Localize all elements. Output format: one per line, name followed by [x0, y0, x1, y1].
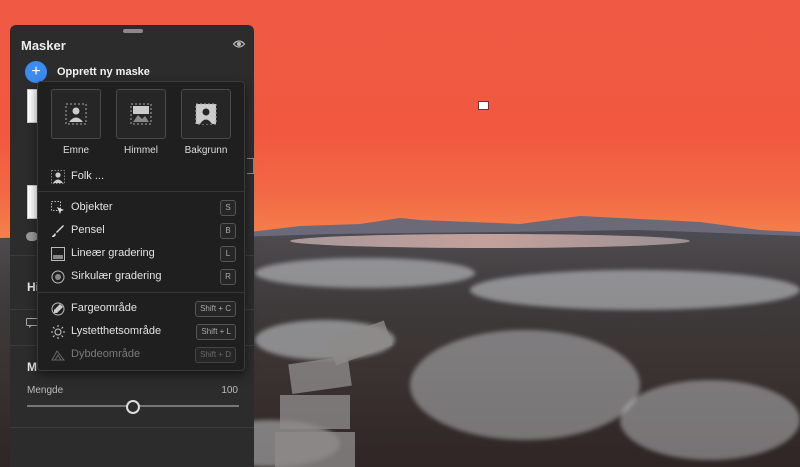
menu-item-label: Folk ... [71, 170, 105, 182]
tile-subject[interactable]: Emne [51, 89, 101, 156]
panel-divider [10, 427, 254, 428]
shortcut-key: Shift + L [196, 324, 236, 340]
menu-item-label: Objekter [71, 201, 113, 213]
frost-patch [410, 330, 640, 440]
shortcut-key: B [220, 223, 236, 239]
create-mask-menu: Emne Himmel Bakgrunn Folk ... Objekter S… [37, 81, 245, 371]
ai-mask-tiles: Emne Himmel Bakgrunn [51, 89, 231, 156]
background-icon[interactable] [181, 89, 231, 139]
stone-path [280, 395, 350, 429]
amount-slider-knob[interactable] [126, 400, 140, 414]
menu-item-color-range[interactable]: Fargeområde Shift + C [38, 298, 244, 320]
tile-label: Bakgrunn [184, 145, 228, 156]
eye-icon[interactable] [233, 39, 245, 49]
menu-item-radial-gradient[interactable]: Sirkulær gradering R [38, 266, 244, 288]
menu-item-luminance-range[interactable]: Lystetthetsområde Shift + L [38, 321, 244, 343]
lake [290, 234, 690, 248]
add-mask-button[interactable]: + [25, 61, 47, 83]
frost-patch [620, 380, 800, 460]
menu-item-label: Pensel [71, 224, 105, 236]
amount-label: Mengde [27, 385, 64, 396]
person-icon [51, 170, 65, 184]
menu-divider [38, 191, 244, 192]
panel-title: Masker [21, 38, 66, 53]
tile-label: Himmel [124, 145, 158, 156]
luminance-range-icon [51, 325, 65, 339]
brush-icon [51, 225, 64, 237]
menu-item-label: Lineær gradering [71, 247, 155, 259]
shortcut-key: R [220, 269, 236, 285]
stone-path [275, 432, 355, 467]
panel-grip-handle[interactable] [123, 29, 143, 33]
amount-value[interactable]: 100 [221, 385, 238, 396]
menu-item-depth-range[interactable]: Dybdeområde Shift + D [38, 344, 244, 366]
section-heading-m[interactable]: M [27, 360, 37, 374]
shortcut-key: L [220, 246, 236, 262]
create-new-mask-row[interactable]: + Opprett ny maske [25, 61, 150, 83]
linear-gradient-icon [51, 247, 65, 261]
menu-item-linear-gradient[interactable]: Lineær gradering L [38, 243, 244, 265]
menu-item-label: Sirkulær gradering [71, 270, 162, 282]
subject-icon[interactable] [51, 89, 101, 139]
shortcut-key: Shift + C [195, 301, 236, 317]
menu-item-objects[interactable]: Objekter S [38, 197, 244, 219]
sky-icon[interactable] [116, 89, 166, 139]
mask-pin-icon[interactable] [478, 101, 489, 110]
panel-edge-control[interactable] [247, 158, 254, 174]
menu-item-people[interactable]: Folk ... [38, 166, 244, 188]
object-select-icon [51, 201, 64, 214]
menu-item-label: Dybdeområde [71, 348, 141, 360]
menu-item-label: Fargeområde [71, 302, 138, 314]
frost-patch [470, 270, 800, 310]
depth-range-icon [51, 350, 65, 361]
tile-label: Emne [62, 145, 90, 156]
menu-item-label: Lystetthetsområde [71, 325, 162, 337]
create-new-mask-label: Opprett ny maske [57, 66, 150, 78]
menu-divider [38, 292, 244, 293]
frost-patch [255, 258, 475, 288]
color-range-icon [51, 302, 65, 316]
shortcut-key: Shift + D [195, 347, 236, 363]
tile-background[interactable]: Bakgrunn [181, 89, 231, 156]
menu-item-brush[interactable]: Pensel B [38, 220, 244, 242]
tile-sky[interactable]: Himmel [116, 89, 166, 156]
shortcut-key: S [220, 200, 236, 216]
radial-gradient-icon [51, 270, 65, 284]
